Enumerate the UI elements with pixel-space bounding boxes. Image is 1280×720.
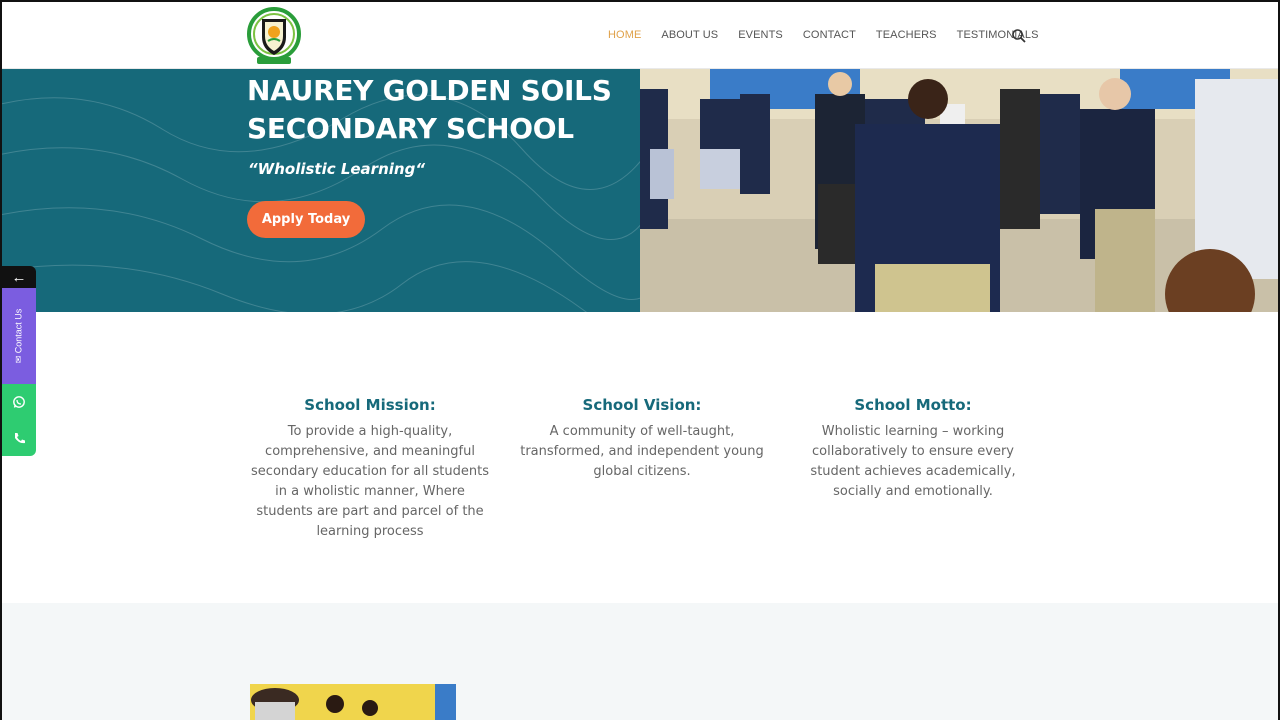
search-icon[interactable] [1011, 28, 1027, 44]
lower-section [2, 603, 1278, 720]
mission-text: To provide a high-quality, comprehensive… [251, 424, 489, 539]
site-header: HOME ABOUT US EVENTS CONTACT TEACHERS TE… [2, 2, 1278, 69]
hero-title-line2: SECONDARY SCHOOL [247, 112, 574, 145]
hero-tagline: “Wholistic Learning“ [248, 160, 425, 178]
apply-today-button[interactable]: Apply Today [247, 201, 365, 238]
mail-icon: ✉ [13, 355, 24, 364]
nav-about-us[interactable]: ABOUT US [651, 2, 728, 69]
nav-teachers[interactable]: TEACHERS [866, 2, 947, 69]
vision-block: School Vision: A community of well-taugh… [520, 394, 764, 482]
phone-icon [14, 432, 25, 443]
main-nav: HOME ABOUT US EVENTS CONTACT TEACHERS TE… [598, 2, 1049, 69]
motto-text: Wholistic learning – working collaborati… [810, 424, 1016, 499]
nav-testimonials[interactable]: TESTIMONIALS [947, 2, 1049, 69]
vision-text: A community of well-taught, transformed,… [520, 424, 764, 479]
school-logo[interactable] [247, 5, 301, 67]
nav-events[interactable]: EVENTS [728, 2, 793, 69]
widget-toggle-arrow[interactable]: ← [2, 266, 36, 288]
contact-us-label: Contact Us [13, 308, 24, 354]
nav-contact[interactable]: CONTACT [793, 2, 866, 69]
motto-heading: School Motto: [854, 396, 972, 414]
hero-photo [640, 69, 1278, 312]
hero-title: NAUREY GOLDEN SOILS SECONDARY SCHOOL [247, 72, 637, 148]
contact-us-tab[interactable]: ✉ Contact Us [2, 288, 36, 384]
lower-photo [250, 684, 456, 720]
whatsapp-icon [13, 396, 25, 408]
mission-heading: School Mission: [304, 396, 436, 414]
mission-block: School Mission: To provide a high-qualit… [248, 394, 492, 542]
whatsapp-button[interactable] [2, 384, 36, 420]
vision-heading: School Vision: [582, 396, 702, 414]
hero-title-line1: NAUREY GOLDEN SOILS [247, 74, 612, 107]
phone-button[interactable] [2, 420, 36, 456]
motto-block: School Motto: Wholistic learning – worki… [791, 394, 1035, 502]
nav-home[interactable]: HOME [598, 2, 651, 69]
